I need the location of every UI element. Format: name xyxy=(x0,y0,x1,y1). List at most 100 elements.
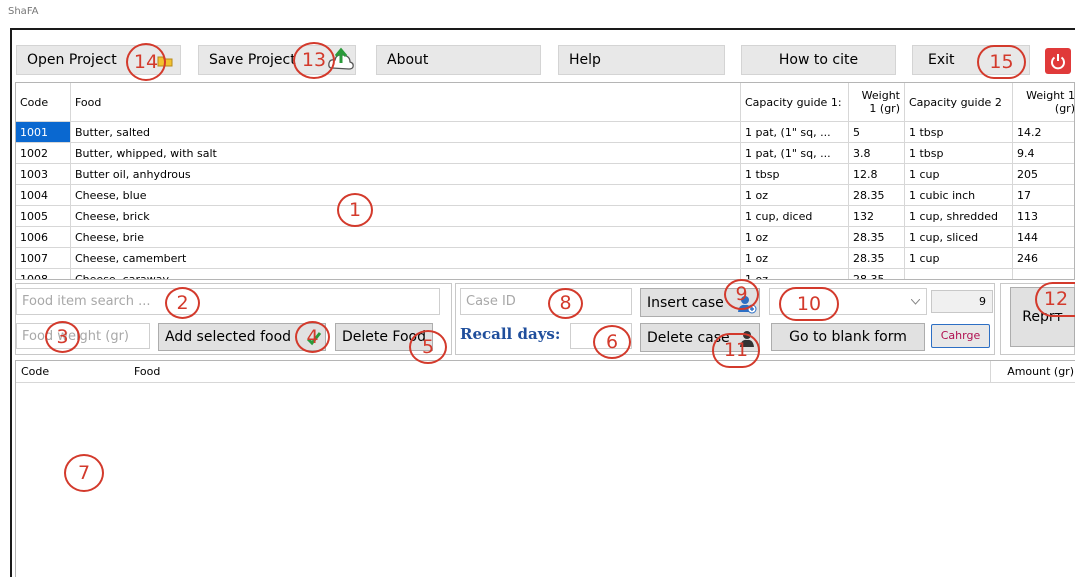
selected-column-header-food[interactable]: Food xyxy=(134,365,160,378)
marker-3: 3 xyxy=(45,321,80,353)
column-header-code[interactable]: Code xyxy=(16,83,71,122)
cell-capacity-guide-2[interactable]: 1 cup xyxy=(904,163,1013,185)
cell-capacity-guide-2[interactable]: 1 cup xyxy=(904,247,1013,269)
cell-food[interactable]: Cheese, brick xyxy=(70,205,741,227)
cell-weight-1[interactable]: 3.8 xyxy=(848,142,905,164)
selected-foods-header: Code Food Amount (gr) xyxy=(16,361,1075,383)
cell-weight-2[interactable]: 9.4 xyxy=(1012,142,1074,164)
table-row[interactable]: 1004 Cheese, blue 1 oz 28.35 1 cubic inch 17 xyxy=(16,184,1074,206)
cell-capacity-guide-2[interactable]: 1 cup, shredded xyxy=(904,205,1013,227)
cell-code[interactable]: 1005 xyxy=(16,205,71,227)
cell-capacity-guide-1[interactable]: 1 oz xyxy=(740,247,849,269)
selected-column-header-code[interactable]: Code xyxy=(21,365,49,378)
power-icon xyxy=(1051,54,1065,70)
cell-capacity-guide-2[interactable]: 1 cubic inch xyxy=(904,184,1013,206)
food-table-body: 1001 Butter, salted 1 pat, (1" sq, ... 5 1 t… xyxy=(16,121,1074,279)
cell-weight-2[interactable]: 246 xyxy=(1012,247,1074,269)
cell-weight-1[interactable]: 28.35 xyxy=(848,226,905,248)
cell-code[interactable]: 1006 xyxy=(16,226,71,248)
cell-weight-1[interactable]: 28.35 xyxy=(848,184,905,206)
marker-7: 7 xyxy=(64,454,104,492)
cell-weight-1[interactable]: 12.8 xyxy=(848,163,905,185)
marker-5: 5 xyxy=(409,330,447,364)
cell-food[interactable]: Cheese, blue xyxy=(70,184,741,206)
selected-foods-panel: Code Food Amount (gr) xyxy=(15,360,1075,577)
table-row[interactable]: 1002 Butter, whipped, with salt 1 pat, (1"… xyxy=(16,142,1074,164)
cell-capacity-guide-1[interactable]: 1 pat, (1" sq, ... xyxy=(740,142,849,164)
table-row[interactable]: 1006 Cheese, brie 1 oz 28.35 1 cup, sliced 14… xyxy=(16,226,1074,248)
window-frame-top xyxy=(10,28,1075,30)
column-header-capacity-guide-2[interactable]: Capacity guide 2 xyxy=(904,83,1013,122)
cell-food[interactable]: Butter oil, anhydrous xyxy=(70,163,741,185)
recall-days-label: Recall days: xyxy=(460,325,561,343)
food-weight-input[interactable]: Food weight (gr) xyxy=(16,323,150,349)
marker-10: 10 xyxy=(779,287,839,321)
food-search-input[interactable]: Food item search ... xyxy=(16,288,440,315)
food-table-header: Code Food Capacity guide 1: Weight 1 (gr… xyxy=(16,83,1074,122)
dropdown-chevron-icon xyxy=(911,299,920,305)
marker-8: 8 xyxy=(548,288,583,319)
case-counter: 9 xyxy=(931,290,993,313)
column-header-food[interactable]: Food xyxy=(70,83,741,122)
cell-food[interactable]: Cheese, camembert xyxy=(70,247,741,269)
cell-capacity-guide-1[interactable]: 1 oz xyxy=(740,268,849,279)
cell-weight-1[interactable]: 28.35 xyxy=(848,268,905,279)
go-to-blank-form-label: Go to blank form xyxy=(789,329,907,345)
cell-capacity-guide-1[interactable]: 1 pat, (1" sq, ... xyxy=(740,121,849,143)
cell-capacity-guide-2[interactable] xyxy=(904,268,1013,279)
save-project-label: Save Project xyxy=(209,52,296,68)
cell-capacity-guide-1[interactable]: 1 cup, diced xyxy=(740,205,849,227)
cell-code[interactable]: 1002 xyxy=(16,142,71,164)
cell-capacity-guide-2[interactable]: 1 tbsp xyxy=(904,121,1013,143)
power-button[interactable] xyxy=(1045,48,1071,74)
cell-weight-1[interactable]: 5 xyxy=(848,121,905,143)
marker-14: 14 xyxy=(126,43,166,81)
cell-capacity-guide-2[interactable]: 1 cup, sliced xyxy=(904,226,1013,248)
cell-code[interactable]: 1003 xyxy=(16,163,71,185)
cell-weight-1[interactable]: 28.35 xyxy=(848,247,905,269)
table-row[interactable]: 1005 Cheese, brick 1 cup, diced 132 1 cup, s… xyxy=(16,205,1074,227)
cell-weight-2[interactable] xyxy=(1012,268,1074,279)
column-header-capacity-guide-1[interactable]: Capacity guide 1: xyxy=(740,83,849,122)
cell-code[interactable]: 1004 xyxy=(16,184,71,206)
cell-food[interactable]: Cheese, caraway xyxy=(70,268,741,279)
selected-column-header-amount[interactable]: Amount (gr) xyxy=(1007,365,1074,378)
cell-weight-2[interactable]: 14.2 xyxy=(1012,121,1074,143)
cell-capacity-guide-2[interactable]: 1 tbsp xyxy=(904,142,1013,164)
case-id-placeholder: Case ID xyxy=(466,294,516,309)
cell-weight-2[interactable]: 113 xyxy=(1012,205,1074,227)
table-row[interactable]: 1003 Butter oil, anhydrous 1 tbsp 12.8 1 cup… xyxy=(16,163,1074,185)
how-to-cite-label: How to cite xyxy=(778,52,859,68)
cell-food[interactable]: Butter, salted xyxy=(70,121,741,143)
column-divider xyxy=(990,361,991,383)
cell-weight-1[interactable]: 132 xyxy=(848,205,905,227)
cell-code[interactable]: 1007 xyxy=(16,247,71,269)
cell-capacity-guide-1[interactable]: 1 oz xyxy=(740,226,849,248)
go-to-blank-form-button[interactable]: Go to blank form xyxy=(771,323,925,351)
cell-food[interactable]: Butter, whipped, with salt xyxy=(70,142,741,164)
table-row[interactable]: 1007 Cheese, camembert 1 oz 28.35 1 cup 246 xyxy=(16,247,1074,269)
cell-weight-2[interactable]: 144 xyxy=(1012,226,1074,248)
column-header-weight-2[interactable]: Weight 1 (gr) xyxy=(1012,83,1074,122)
cell-weight-2[interactable]: 17 xyxy=(1012,184,1074,206)
cell-code[interactable]: 1008 xyxy=(16,268,71,279)
table-row[interactable]: 1001 Butter, salted 1 pat, (1" sq, ... 5 1 t… xyxy=(16,121,1074,143)
cell-capacity-guide-1[interactable]: 1 tbsp xyxy=(740,163,849,185)
cell-food[interactable]: Cheese, brie xyxy=(70,226,741,248)
column-header-weight-1[interactable]: Weight 1 (gr) xyxy=(848,83,905,122)
cell-code[interactable]: 1001 xyxy=(16,121,71,143)
marker-2: 2 xyxy=(165,287,200,319)
marker-12: 12 xyxy=(1035,282,1075,317)
window-frame-left xyxy=(10,28,12,577)
marker-11: 11 xyxy=(712,333,760,368)
about-button[interactable]: About xyxy=(376,45,541,75)
help-button[interactable]: Help xyxy=(558,45,725,75)
about-label: About xyxy=(387,52,429,68)
charge-button[interactable]: Cahrge xyxy=(931,324,990,348)
case-id-input[interactable]: Case ID xyxy=(460,288,632,315)
how-to-cite-button[interactable]: How to cite xyxy=(741,45,896,75)
table-row[interactable]: 1008 Cheese, caraway 1 oz 28.35 xyxy=(16,268,1074,279)
cell-capacity-guide-1[interactable]: 1 oz xyxy=(740,184,849,206)
marker-6: 6 xyxy=(593,325,631,359)
cell-weight-2[interactable]: 205 xyxy=(1012,163,1074,185)
